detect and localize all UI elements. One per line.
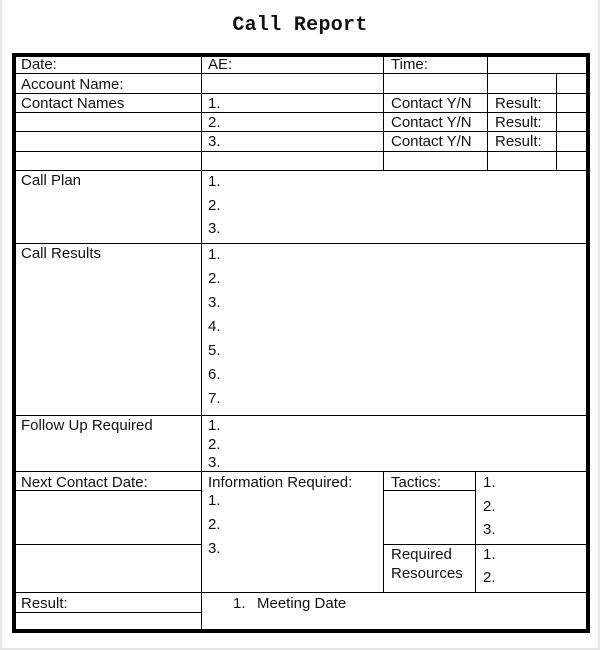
- required-resources-label-line1: Required: [391, 546, 452, 563]
- contact-result-label: Result:: [495, 114, 542, 131]
- col-divider: [556, 73, 558, 170]
- tactics-item: 1.: [483, 474, 496, 491]
- row-divider: [16, 612, 201, 614]
- call-results-item: 5.: [208, 342, 221, 359]
- information-required-label: Information Required:: [208, 474, 353, 491]
- call-results-label: Call Results: [21, 245, 102, 262]
- date-label: Date:: [21, 56, 57, 73]
- col-divider: [383, 57, 385, 170]
- contact-result-label: Result:: [495, 133, 542, 150]
- tactics-label: Tactics:: [391, 474, 442, 491]
- contact-number: 3.: [208, 133, 221, 150]
- call-results-item: 4.: [208, 318, 221, 335]
- required-resources-item: 2.: [483, 569, 496, 586]
- row-divider: [16, 471, 586, 473]
- account-name-label: Account Name:: [21, 76, 124, 93]
- ae-label: AE:: [208, 56, 233, 73]
- col-divider: [201, 57, 203, 629]
- contact-yn-label: Contact Y/N: [391, 95, 472, 112]
- contact-number: 2.: [208, 114, 221, 131]
- contact-yn-label: Contact Y/N: [391, 133, 472, 150]
- call-plan-item: 3.: [208, 220, 221, 237]
- information-required-item: 2.: [208, 516, 221, 533]
- result-label: Result:: [21, 595, 68, 612]
- row-divider: [16, 73, 586, 75]
- time-label: Time:: [391, 56, 428, 73]
- follow-up-item: 3.: [208, 454, 221, 471]
- next-contact-date-label: Next Contact Date:: [21, 474, 148, 491]
- result-item-number: 1.: [233, 595, 246, 612]
- call-plan-item: 2.: [208, 197, 221, 214]
- call-results-item: 2.: [208, 270, 221, 287]
- information-required-item: 1.: [208, 492, 221, 509]
- col-divider: [487, 57, 489, 170]
- row-divider: [16, 243, 586, 245]
- tactics-item: 3.: [483, 521, 496, 538]
- call-results-item: 3.: [208, 294, 221, 311]
- contact-result-label: Result:: [495, 95, 542, 112]
- call-results-item: 6.: [208, 366, 221, 383]
- follow-up-item: 2.: [208, 436, 221, 453]
- meeting-date-item: Meeting Date: [257, 595, 347, 612]
- information-required-item: 3.: [208, 540, 221, 557]
- col-divider: [383, 471, 385, 592]
- follow-up-label: Follow Up Required: [21, 417, 153, 434]
- call-plan-label: Call Plan: [21, 172, 82, 189]
- row-divider: [16, 151, 586, 153]
- row-divider: [16, 170, 586, 172]
- call-plan-item: 1.: [208, 173, 221, 190]
- contact-yn-label: Contact Y/N: [391, 114, 472, 131]
- contact-names-label: Contact Names: [21, 95, 125, 112]
- row-divider: [16, 544, 201, 546]
- call-results-item: 1.: [208, 246, 221, 263]
- required-resources-label-line2: Resources: [391, 565, 463, 582]
- col-divider: [475, 471, 477, 592]
- required-resources-item: 1.: [483, 546, 496, 563]
- contact-number: 1.: [208, 95, 221, 112]
- call-results-item: 7.: [208, 390, 221, 407]
- page-title: Call Report: [232, 14, 368, 37]
- row-divider: [16, 592, 586, 594]
- tactics-item: 2.: [483, 498, 496, 515]
- follow-up-item: 1.: [208, 417, 221, 434]
